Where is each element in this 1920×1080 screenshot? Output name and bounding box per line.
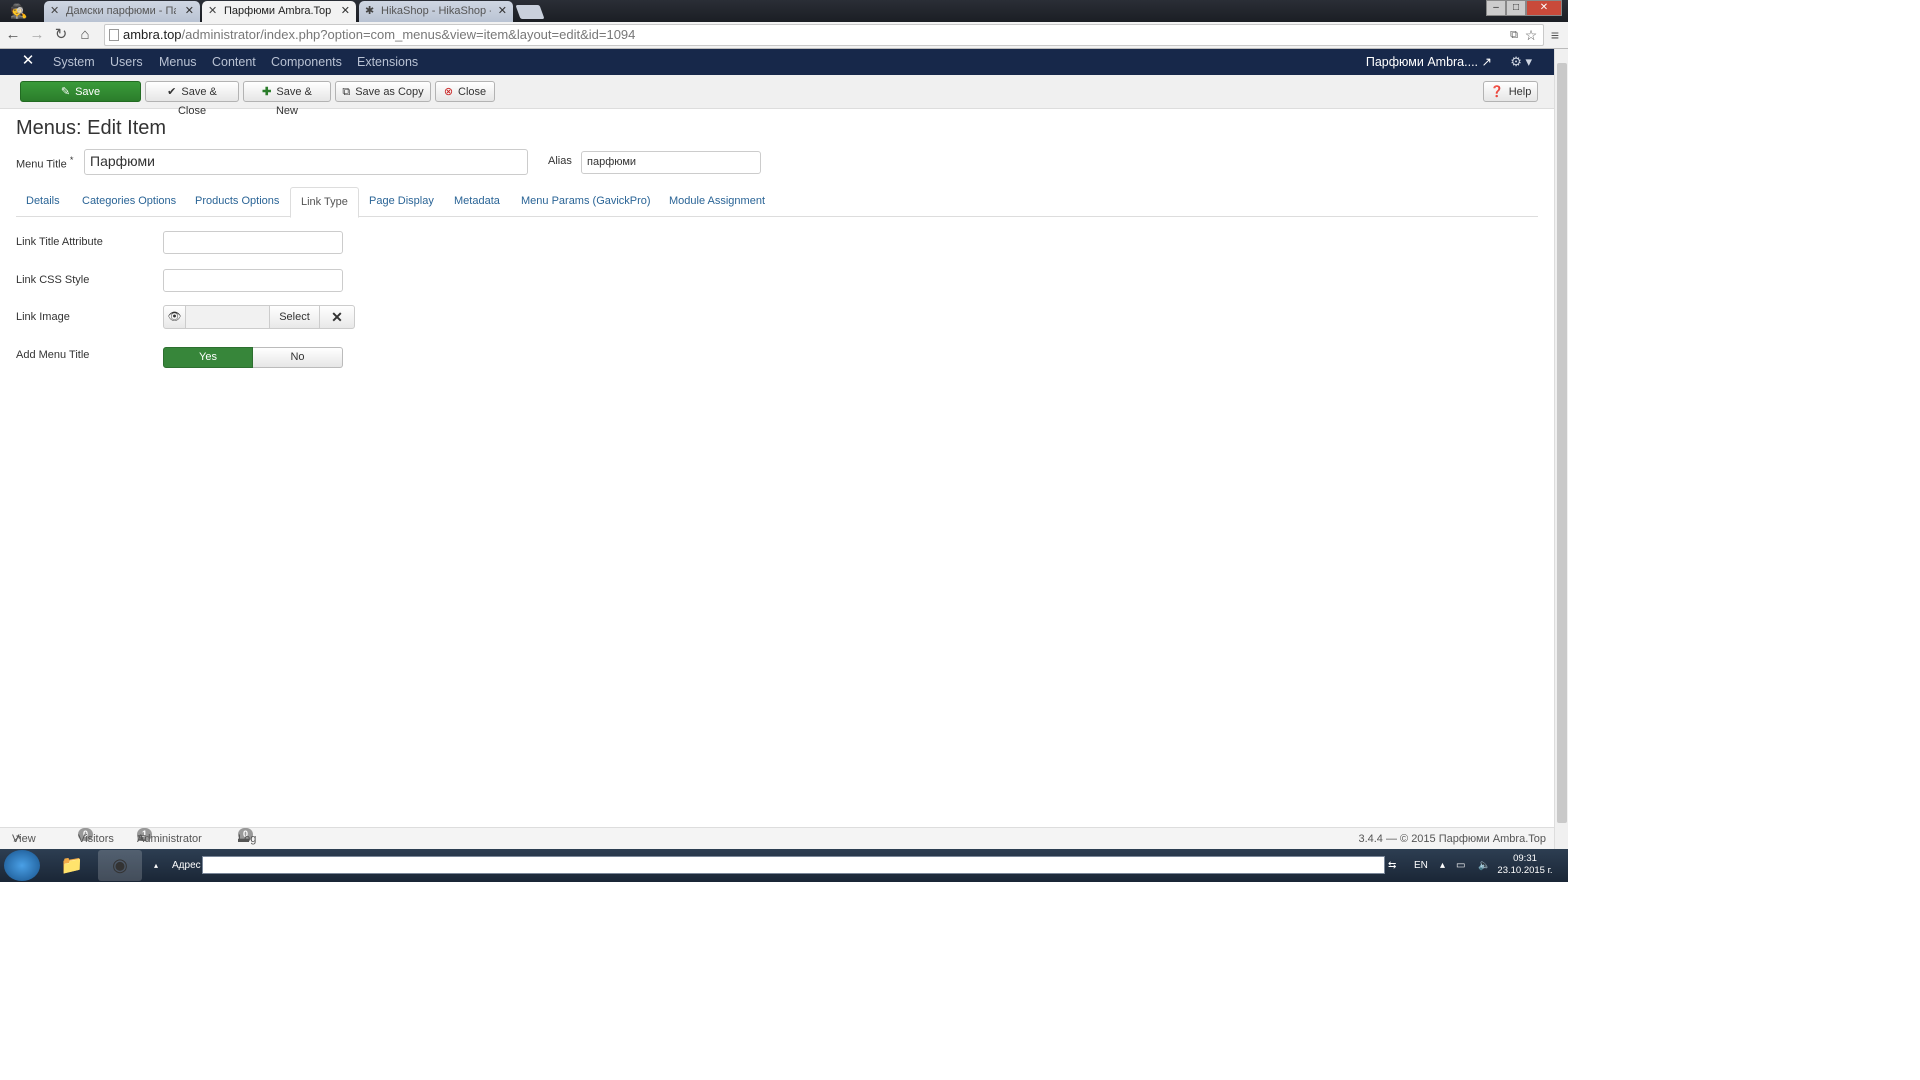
reload-icon[interactable]: ↻ [52,26,70,44]
link-image-field: 👁 Select ✕ [163,305,355,329]
joomla-favicon-icon: ✕ [208,5,218,17]
action-toolbar: ✎ Save ✔ Save & Close ✚ Save & New ⧉ Save as… [0,75,1554,117]
browser-address-bar: ← → ↻ ⌂ ambra.top/administrator/index.ph… [0,22,1568,49]
help-button[interactable]: ❓ Help [1483,81,1538,102]
tab-close-icon[interactable]: ✕ [185,1,194,21]
tab-products-options[interactable]: Products Options [185,187,289,217]
hikashop-favicon-icon: ✱ [365,5,375,17]
tab-page-display[interactable]: Page Display [359,187,444,217]
menu-title-input[interactable]: Парфюми [84,149,528,175]
tab-categories-options[interactable]: Categories Options [72,187,186,217]
volume-icon[interactable]: 🔈 [1478,849,1490,882]
bookmark-star-icon[interactable]: ☆ [1522,26,1540,44]
nav-content[interactable]: Content [212,49,256,75]
clear-image-button[interactable]: ✕ [319,305,355,329]
chrome-icon[interactable]: ◉ [98,850,142,881]
joomla-favicon-icon: ✕ [50,5,60,17]
browser-tab-1[interactable]: ✕ Дамски парфюми - Парф ✕ [44,1,200,22]
add-menu-title-no[interactable]: No [253,347,343,368]
windows-start-button[interactable] [4,850,40,881]
close-icon: ✕ [331,309,343,325]
address-dropdown-icon[interactable]: ▾ [1374,849,1379,882]
page-scrollbar[interactable] [1554,49,1568,849]
nav-system[interactable]: System [53,49,95,75]
tray-expand-icon[interactable]: ▴ [1440,849,1445,882]
url-input[interactable]: ambra.top/administrator/index.php?option… [104,24,1544,46]
nav-components[interactable]: Components [271,49,342,75]
link-title-attribute-input[interactable] [163,231,343,254]
nav-users[interactable]: Users [110,49,143,75]
add-menu-title-label: Add Menu Title [16,349,90,361]
admin-status-bar: ↗ View Site 0 Visitors 1 Administrator ✉… [0,827,1554,867]
page-title: Menus: Edit Item [16,117,167,139]
link-image-label: Link Image [16,311,70,323]
edit-icon: ✎ [60,86,71,98]
taskbar-scroll-icon[interactable]: ▴ [150,850,162,881]
browser-tab-2[interactable]: ✕ Парфюми Ambra.Top - А ✕ [202,1,356,22]
incognito-icon: 🕵 [10,3,28,19]
eye-icon[interactable]: 👁 [163,305,186,329]
link-css-style-input[interactable] [163,269,343,292]
link-css-style-label: Link CSS Style [16,274,90,286]
save-button[interactable]: ✎ Save [20,81,141,102]
admin-top-nav: ✕ System Users Menus Content Components … [0,49,1554,75]
network-icon[interactable]: ▭ [1456,849,1465,882]
form-tabs: Details Categories Options Products Opti… [16,187,1538,218]
page-icon [109,29,119,41]
check-icon: ✔ [167,86,177,98]
browser-tab-3[interactable]: ✱ HikaShop - HikaShop - То ✕ [359,1,513,22]
plus-icon: ✚ [262,86,272,98]
tab-link-type[interactable]: Link Type [290,187,359,218]
add-menu-title-yes[interactable]: Yes [163,347,253,368]
select-image-button[interactable]: Select [269,305,320,329]
browser-menu-icon[interactable]: ≡ [1546,26,1564,44]
version-copyright: 3.4.4 — © 2015 Парфюми Ambra.Top [1358,833,1546,845]
close-window-button[interactable]: ✕ [1526,0,1562,16]
save-new-button[interactable]: ✚ Save & New [243,81,331,117]
add-menu-title-toggle: Yes No [163,347,343,368]
translate-icon[interactable]: ⧉ [1505,26,1523,44]
envelope-icon: ✉ [137,833,147,845]
gear-icon[interactable]: ⚙ ▾ [1510,49,1532,75]
back-arrow-icon[interactable]: ← [4,26,22,44]
tab-close-icon[interactable]: ✕ [341,1,350,21]
site-name-link[interactable]: Парфюми Ambra.... ↗ [1366,49,1492,75]
forward-arrow-icon[interactable]: → [28,26,46,44]
windows-taskbar: 📁 ◉ ▴ Адрес ▾ ⇆ EN ▴ ▭ 🔈 09:31 23.10.2015… [0,849,1568,882]
tab-menu-params-gavickpro[interactable]: Menu Params (GavickPro) [511,187,661,217]
link-image-path-input[interactable] [186,305,270,329]
copy-icon: ⧉ [342,86,351,98]
minimize-window-button[interactable]: – [1486,0,1506,16]
cancel-circle-icon: ⊗ [443,86,454,98]
taskbar-address-label: Адрес [172,860,201,871]
maximize-window-button[interactable]: □ [1506,0,1526,16]
scrollbar-thumb[interactable] [1557,63,1567,823]
browser-tabstrip: 🕵 ✕ Дамски парфюми - Парф ✕ ✕ Парфюми Am… [0,0,1568,22]
taskbar-address-input[interactable] [202,856,1385,874]
question-circle-icon: ❓ [1490,86,1504,98]
joomla-logo-icon[interactable]: ✕ [18,51,38,71]
go-arrow-icon[interactable]: ⇆ [1388,849,1396,882]
tab-details[interactable]: Details [16,187,70,217]
tab-metadata[interactable]: Metadata [444,187,510,217]
save-close-button[interactable]: ✔ Save & Close [145,81,239,117]
home-icon[interactable]: ⌂ [76,26,94,44]
close-button[interactable]: ⊗ Close [435,81,495,102]
menu-title-label: Menu Title * [16,155,74,171]
nav-menus[interactable]: Menus [159,49,197,75]
file-explorer-icon[interactable]: 📁 [50,850,94,881]
external-link-icon: ↗ [1481,55,1492,69]
system-clock[interactable]: 09:31 23.10.2015 г. [1495,853,1555,877]
link-title-attribute-label: Link Title Attribute [16,236,103,248]
nav-extensions[interactable]: Extensions [357,49,418,75]
save-copy-button[interactable]: ⧉ Save as Copy [335,81,431,102]
new-tab-button[interactable] [515,5,545,19]
alias-input[interactable]: парфюми [581,151,761,174]
language-indicator[interactable]: EN [1414,849,1428,882]
alias-label: Alias [548,155,572,167]
tab-close-icon[interactable]: ✕ [498,1,507,21]
tab-module-assignment[interactable]: Module Assignment [659,187,775,217]
